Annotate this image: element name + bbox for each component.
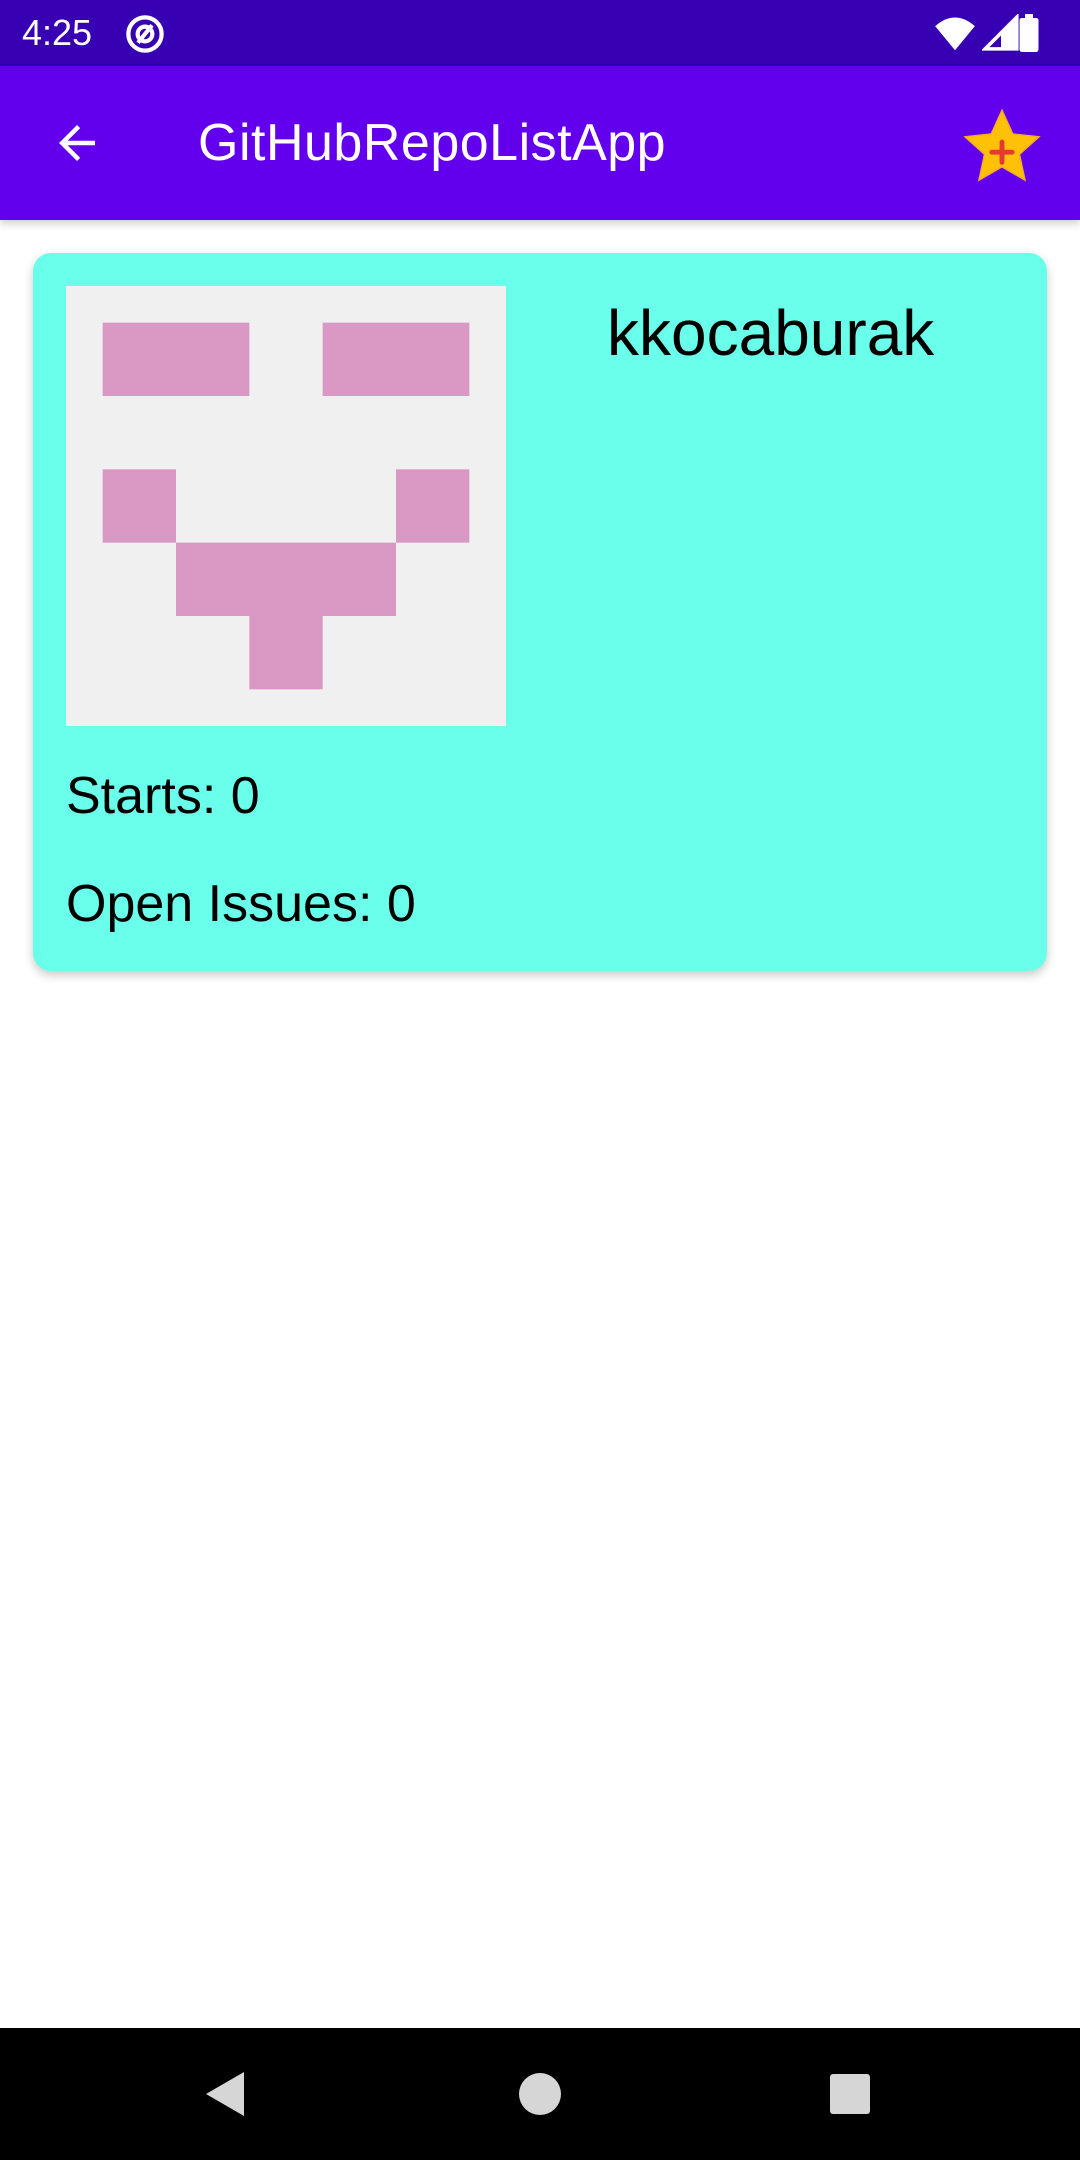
at-sign-icon xyxy=(126,15,164,53)
app-bar: GitHubRepoListApp xyxy=(0,66,1080,220)
repo-card[interactable]: kkocaburak Starts: 0 Open Issues: 0 xyxy=(33,253,1047,971)
screen: 4:25 GitHubRepoListApp kkocaburak Starts… xyxy=(0,0,1080,2160)
nav-back-triangle-icon[interactable] xyxy=(196,2064,256,2124)
wifi-icon xyxy=(935,17,975,51)
stars-count: Starts: 0 xyxy=(66,767,260,825)
owner-name: kkocaburak xyxy=(607,297,935,369)
nav-home-circle-icon[interactable] xyxy=(510,2064,570,2124)
status-bar: 4:25 xyxy=(0,0,1080,66)
cell-signal-icon xyxy=(982,14,1019,51)
nav-recents-square-icon[interactable] xyxy=(820,2064,880,2124)
open-issues-count: Open Issues: 0 xyxy=(66,875,416,933)
add-favorite-button[interactable] xyxy=(956,102,1048,194)
arrow-back-icon xyxy=(59,125,95,161)
back-button[interactable] xyxy=(32,103,122,183)
app-title: GitHubRepoListApp xyxy=(198,114,667,172)
battery-icon xyxy=(1019,14,1039,52)
star-add-icon xyxy=(963,108,1041,182)
system-nav-bar xyxy=(0,2028,1080,2160)
identicon-avatar xyxy=(66,286,506,726)
status-time: 4:25 xyxy=(22,12,93,53)
